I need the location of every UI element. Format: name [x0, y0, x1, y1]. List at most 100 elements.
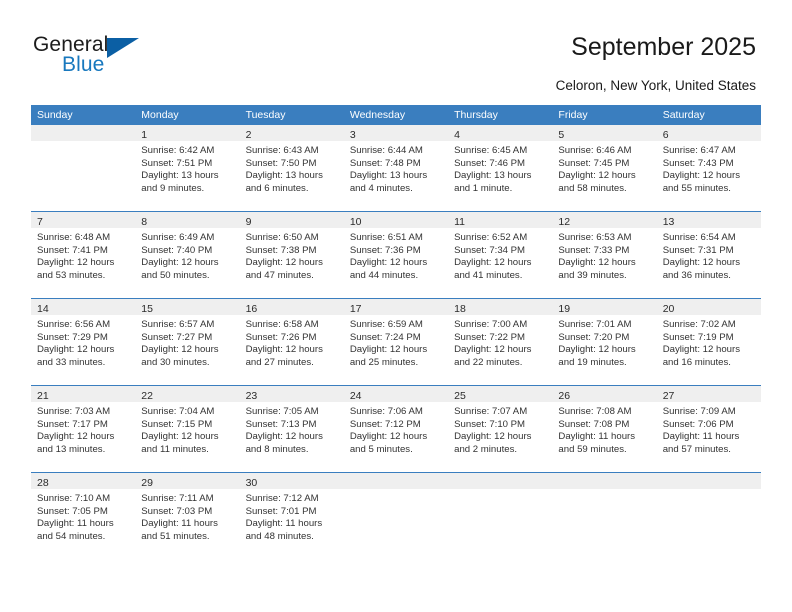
calendar-day-cell[interactable]: 1 Sunrise: 6:42 AM Sunset: 7:51 PM Daylight… — [135, 125, 240, 211]
daylight-text-line2: and 47 minutes. — [245, 269, 314, 281]
day-number: 18 — [454, 303, 466, 315]
weekday-header-wednesday: Wednesday — [349, 109, 406, 121]
day-number-band — [343, 473, 449, 489]
sunrise-text: Sunrise: 7:02 AM — [662, 319, 736, 330]
sunrise-text: Sunrise: 7:00 AM — [454, 319, 528, 330]
day-details: Sunrise: 6:46 AM Sunset: 7:45 PM Daylight:… — [552, 141, 656, 195]
logo-text-blue: Blue — [62, 53, 105, 76]
sunrise-text: Sunrise: 7:06 AM — [349, 406, 423, 417]
day-number-band: 7 — [31, 212, 136, 228]
daylight-text-line1: Daylight: 12 hours — [558, 170, 636, 182]
calendar-day-cell[interactable]: 18 Sunrise: 7:00 AM Sunset: 7:22 PM Dayligh… — [448, 299, 553, 385]
sunset-text: Sunset: 7:19 PM — [662, 331, 734, 343]
daylight-text-line2: and 44 minutes. — [349, 269, 419, 281]
calendar-day-cell[interactable]: 24 Sunrise: 7:06 AM Sunset: 7:12 PM Dayligh… — [343, 386, 449, 472]
calendar-day-cell[interactable]: 3 Sunrise: 6:44 AM Sunset: 7:48 PM Daylight… — [343, 125, 449, 211]
daylight-text-line2: and 5 minutes. — [349, 443, 413, 455]
calendar-day-cell[interactable]: 10 Sunrise: 6:51 AM Sunset: 7:36 PM Dayligh… — [343, 212, 449, 298]
calendar-day-cell[interactable]: 20 Sunrise: 7:02 AM Sunset: 7:19 PM Dayligh… — [656, 299, 761, 385]
daylight-text-line2: and 54 minutes. — [37, 530, 106, 542]
daylight-text-line2: and 57 minutes. — [662, 443, 731, 455]
calendar-day-cell[interactable]: 30 Sunrise: 7:12 AM Sunset: 7:01 PM Dayligh… — [239, 473, 344, 559]
calendar-day-cell[interactable]: 27 Sunrise: 7:09 AM Sunset: 7:06 PM Dayligh… — [656, 386, 761, 472]
calendar-day-cell[interactable]: 9 Sunrise: 6:50 AM Sunset: 7:38 PM Daylight… — [239, 212, 344, 298]
day-details: Sunrise: 7:03 AM Sunset: 7:17 PM Daylight:… — [31, 402, 135, 456]
sunset-text: Sunset: 7:01 PM — [245, 505, 317, 517]
day-details: Sunrise: 7:00 AM Sunset: 7:22 PM Daylight:… — [448, 315, 552, 369]
weekday-header-monday: Monday — [141, 109, 179, 121]
daylight-text-line2: and 48 minutes. — [245, 530, 314, 542]
sunrise-text: Sunrise: 7:12 AM — [245, 493, 319, 504]
sunrise-text: Sunrise: 7:09 AM — [662, 406, 736, 417]
sunrise-text: Sunrise: 6:43 AM — [245, 145, 319, 156]
calendar-day-cell[interactable]: 25 Sunrise: 7:07 AM Sunset: 7:10 PM Dayligh… — [448, 386, 553, 472]
day-number-band: 21 — [31, 386, 136, 402]
sunrise-text: Sunrise: 6:49 AM — [141, 232, 215, 243]
day-number-band: 24 — [343, 386, 449, 402]
calendar-grid: Sunday Monday Tuesday Wednesday Thursday Frid… — [31, 105, 761, 559]
calendar-day-cell[interactable]: 5 Sunrise: 6:46 AM Sunset: 7:45 PM Daylight… — [552, 125, 657, 211]
day-details: Sunrise: 6:51 AM Sunset: 7:36 PM Daylight:… — [344, 228, 448, 282]
calendar-day-cell[interactable]: 23 Sunrise: 7:05 AM Sunset: 7:13 PM Dayligh… — [239, 386, 344, 472]
daylight-text-line2: and 55 minutes. — [662, 182, 731, 194]
day-details: Sunrise: 7:11 AM Sunset: 7:03 PM Daylight:… — [135, 489, 239, 543]
day-number-band — [552, 473, 657, 489]
sunset-text: Sunset: 7:24 PM — [349, 331, 421, 343]
calendar-day-cell[interactable]: 15 Sunrise: 6:57 AM Sunset: 7:27 PM Dayligh… — [135, 299, 240, 385]
day-number-band: 29 — [135, 473, 240, 489]
calendar-day-cell[interactable]: 26 Sunrise: 7:08 AM Sunset: 7:08 PM Dayligh… — [552, 386, 657, 472]
calendar-day-cell-empty — [656, 473, 761, 559]
day-number-band: 25 — [448, 386, 553, 402]
sunrise-text: Sunrise: 6:46 AM — [558, 145, 632, 156]
daylight-text-line1: Daylight: 12 hours — [141, 344, 219, 356]
day-number-band: 8 — [135, 212, 240, 228]
general-blue-logo[interactable]: General Blue — [33, 33, 203, 85]
sunrise-text: Sunrise: 6:52 AM — [454, 232, 528, 243]
sunrise-text: Sunrise: 6:57 AM — [141, 319, 215, 330]
calendar-day-cell[interactable]: 21 Sunrise: 7:03 AM Sunset: 7:17 PM Dayligh… — [31, 386, 136, 472]
daylight-text-line2: and 1 minute. — [454, 182, 513, 194]
calendar-day-cell[interactable]: 19 Sunrise: 7:01 AM Sunset: 7:20 PM Dayligh… — [552, 299, 657, 385]
day-details: Sunrise: 6:52 AM Sunset: 7:34 PM Daylight:… — [448, 228, 552, 282]
day-details: Sunrise: 7:07 AM Sunset: 7:10 PM Daylight:… — [448, 402, 552, 456]
calendar-day-cell[interactable]: 14 Sunrise: 6:56 AM Sunset: 7:29 PM Dayligh… — [31, 299, 136, 385]
daylight-text-line1: Daylight: 13 hours — [454, 170, 532, 182]
calendar-day-cell[interactable]: 16 Sunrise: 6:58 AM Sunset: 7:26 PM Dayligh… — [239, 299, 344, 385]
calendar-day-cell[interactable]: 28 Sunrise: 7:10 AM Sunset: 7:05 PM Dayligh… — [31, 473, 136, 559]
day-number-band — [656, 473, 761, 489]
calendar-day-cell[interactable]: 6 Sunrise: 6:47 AM Sunset: 7:43 PM Daylight… — [656, 125, 761, 211]
day-details: Sunrise: 7:02 AM Sunset: 7:19 PM Daylight:… — [657, 315, 761, 369]
day-number: 29 — [141, 477, 153, 489]
calendar-day-cell[interactable]: 13 Sunrise: 6:54 AM Sunset: 7:31 PM Dayligh… — [656, 212, 761, 298]
calendar-day-cell[interactable]: 11 Sunrise: 6:52 AM Sunset: 7:34 PM Dayligh… — [448, 212, 553, 298]
sunset-text: Sunset: 7:26 PM — [245, 331, 317, 343]
day-number-band: 1 — [135, 125, 240, 141]
calendar-day-cell[interactable]: 17 Sunrise: 6:59 AM Sunset: 7:24 PM Dayligh… — [343, 299, 449, 385]
calendar-day-cell[interactable]: 22 Sunrise: 7:04 AM Sunset: 7:15 PM Dayligh… — [135, 386, 240, 472]
calendar-day-cell[interactable]: 2 Sunrise: 6:43 AM Sunset: 7:50 PM Daylight… — [239, 125, 344, 211]
sunrise-text: Sunrise: 7:11 AM — [141, 493, 214, 504]
day-number-band: 9 — [239, 212, 344, 228]
calendar-day-cell-empty — [552, 473, 657, 559]
calendar-day-cell[interactable]: 7 Sunrise: 6:48 AM Sunset: 7:41 PM Daylight… — [31, 212, 136, 298]
page-title: September 2025 — [571, 33, 756, 61]
daylight-text-line2: and 53 minutes. — [37, 269, 106, 281]
day-number-band: 5 — [552, 125, 657, 141]
calendar-day-cell[interactable]: 4 Sunrise: 6:45 AM Sunset: 7:46 PM Daylight… — [448, 125, 553, 211]
daylight-text-line2: and 13 minutes. — [37, 443, 106, 455]
calendar-week-row: 14 Sunrise: 6:56 AM Sunset: 7:29 PM Dayligh… — [31, 298, 761, 385]
calendar-weeks: 1 Sunrise: 6:42 AM Sunset: 7:51 PM Daylight… — [31, 125, 761, 559]
daylight-text-line1: Daylight: 12 hours — [454, 257, 532, 269]
day-number-band: 10 — [343, 212, 449, 228]
calendar-day-cell[interactable]: 12 Sunrise: 6:53 AM Sunset: 7:33 PM Dayligh… — [552, 212, 657, 298]
day-number: 20 — [662, 303, 675, 315]
day-number-band: 4 — [448, 125, 553, 141]
day-details: Sunrise: 6:54 AM Sunset: 7:31 PM Daylight:… — [657, 228, 761, 282]
day-number: 1 — [141, 129, 148, 141]
calendar-day-cell[interactable]: 8 Sunrise: 6:49 AM Sunset: 7:40 PM Daylight… — [135, 212, 240, 298]
daylight-text-line2: and 25 minutes. — [349, 356, 419, 368]
calendar-day-cell[interactable]: 29 Sunrise: 7:11 AM Sunset: 7:03 PM Dayligh… — [135, 473, 240, 559]
day-number: 3 — [349, 129, 356, 141]
day-details: Sunrise: 7:12 AM Sunset: 7:01 PM Daylight:… — [240, 489, 344, 543]
daylight-text-line1: Daylight: 12 hours — [662, 170, 741, 182]
